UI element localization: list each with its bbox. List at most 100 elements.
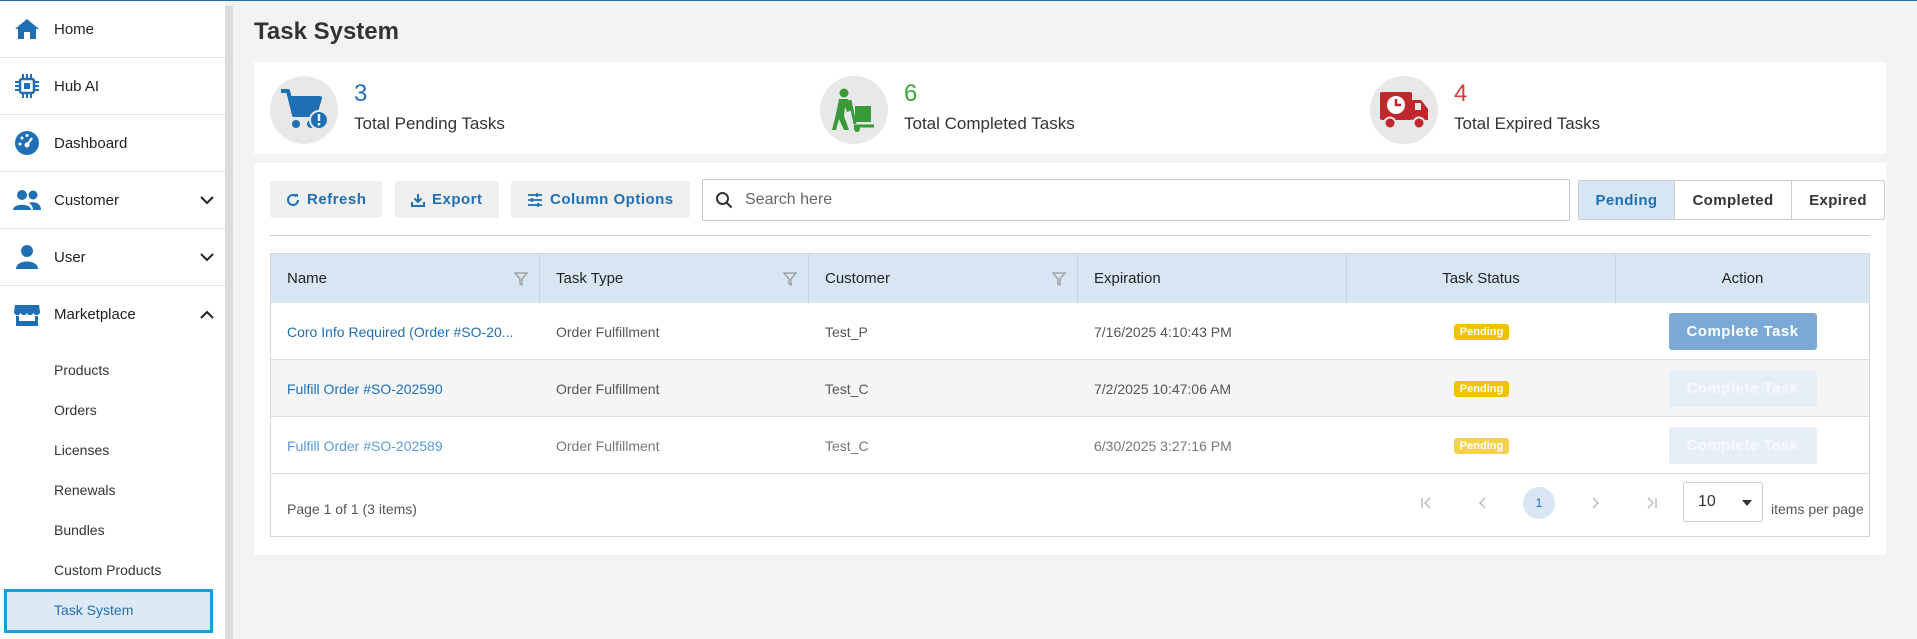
truck-clock-icon	[1370, 76, 1438, 144]
column-header-label: Expiration	[1094, 270, 1161, 287]
chevron-up-icon	[189, 310, 225, 319]
task-name-link[interactable]: Fulfill Order #SO-202589	[271, 417, 531, 474]
sidebar-item-customer[interactable]: Customer	[0, 172, 225, 229]
store-icon	[0, 303, 54, 327]
complete-task-button-disabled: Complete Task	[1668, 427, 1817, 464]
gauge-icon	[0, 130, 54, 156]
chevron-down-icon	[189, 195, 225, 205]
sidebar-item-label: Dashboard	[54, 134, 128, 152]
sidebar-item-user[interactable]: User	[0, 229, 225, 286]
action-cell: Complete Task	[1616, 417, 1869, 474]
sidebar-item-marketplace[interactable]: Marketplace	[0, 286, 225, 343]
filter-expired-tab[interactable]: Expired	[1792, 181, 1884, 219]
sidebar-subitem-licenses[interactable]: Licenses	[54, 440, 109, 460]
refresh-icon	[287, 193, 299, 206]
stat-completed: 6 Total Completed Tasks	[804, 70, 1284, 146]
sidebar: Home Hub AI Dashboard Customer User Mark…	[0, 1, 225, 639]
sidebar-item-label: Home	[54, 20, 95, 38]
sidebar-item-label: Customer	[54, 191, 120, 209]
chip-icon	[0, 73, 54, 99]
dolly-icon	[820, 76, 888, 144]
sliders-icon	[528, 192, 542, 207]
page-size-select[interactable]: 10	[1683, 482, 1763, 522]
stat-expired-value: 4	[1454, 80, 1468, 107]
user-icon	[0, 244, 54, 270]
task-name-link[interactable]: Coro Info Required (Order #SO-20...	[271, 303, 531, 360]
top-accent-line	[0, 0, 1917, 1]
table-row: Fulfill Order #SO-202589 Order Fulfillme…	[271, 417, 1869, 474]
column-header-label: Task Status	[1442, 270, 1520, 287]
dropdown-arrow-icon	[1742, 500, 1752, 506]
column-header-label: Task Type	[556, 270, 624, 287]
table-row: Fulfill Order #SO-202590 Order Fulfillme…	[271, 360, 1869, 417]
search-box	[702, 179, 1570, 221]
column-header-customer[interactable]: Customer	[809, 254, 1078, 303]
status-filter-group: Pending Completed Expired	[1578, 180, 1885, 220]
sidebar-item-label: Marketplace	[54, 306, 136, 323]
export-label: Export	[432, 191, 483, 208]
task-type-cell: Order Fulfillment	[556, 323, 660, 340]
refresh-button[interactable]: Refresh	[270, 181, 383, 218]
sidebar-item-hub-ai[interactable]: Hub AI	[0, 58, 225, 115]
column-header-label: Name	[287, 270, 328, 287]
pager-summary: Page 1 of 1 (3 items)	[287, 501, 417, 517]
table-row: Coro Info Required (Order #SO-20... Orde…	[271, 303, 1869, 360]
stat-pending-caption: Total Pending Tasks	[354, 114, 505, 133]
download-icon	[411, 193, 425, 207]
search-input[interactable]	[745, 191, 1569, 209]
task-name-link[interactable]: Fulfill Order #SO-202590	[271, 360, 531, 417]
refresh-label: Refresh	[307, 191, 367, 208]
sidebar-subitem-custom-products[interactable]: Custom Products	[54, 560, 161, 580]
column-header-name[interactable]: Name	[271, 254, 540, 303]
last-page-button[interactable]	[1635, 487, 1667, 519]
prev-page-button[interactable]	[1467, 487, 1499, 519]
export-button[interactable]: Export	[395, 181, 499, 218]
sidebar-item-label: User	[54, 248, 86, 266]
task-type-cell: Order Fulfillment	[556, 437, 660, 454]
status-badge: Pending	[1453, 437, 1510, 454]
column-options-button[interactable]: Column Options	[511, 181, 690, 218]
filter-completed-tab[interactable]: Completed	[1675, 181, 1792, 219]
users-icon	[0, 188, 54, 212]
stat-completed-value: 6	[904, 80, 918, 107]
sidebar-subitem-task-system[interactable]: Task System	[4, 589, 213, 633]
stat-completed-caption: Total Completed Tasks	[904, 114, 1075, 133]
filter-icon[interactable]	[772, 271, 808, 286]
status-badge: Pending	[1453, 380, 1510, 397]
stat-pending-value: 3	[354, 80, 368, 107]
next-page-button[interactable]	[1579, 487, 1611, 519]
task-panel: Refresh Export Column Options Pending Co…	[254, 163, 1886, 555]
stat-expired-caption: Total Expired Tasks	[1454, 114, 1601, 133]
filter-icon[interactable]	[1041, 271, 1077, 286]
search-icon	[703, 191, 745, 209]
customer-cell: Test_C	[825, 437, 869, 454]
sidebar-subitem-products[interactable]: Products	[54, 360, 109, 380]
column-header-expiration[interactable]: Expiration	[1078, 254, 1347, 303]
task-grid: Name Task Type Customer Expiration Task …	[270, 253, 1870, 537]
column-header-action: Action	[1616, 254, 1869, 303]
status-badge: Pending	[1453, 323, 1510, 340]
sidebar-subitem-renewals[interactable]: Renewals	[54, 480, 115, 500]
sidebar-scrollbar[interactable]	[225, 6, 233, 639]
status-cell: Pending	[1347, 417, 1616, 474]
sidebar-item-dashboard[interactable]: Dashboard	[0, 115, 225, 172]
cart-alert-icon	[270, 76, 338, 144]
filter-icon[interactable]	[503, 271, 539, 286]
sidebar-subitem-orders[interactable]: Orders	[54, 400, 97, 420]
customer-cell: Test_P	[825, 323, 868, 340]
column-header-label: Customer	[825, 270, 891, 287]
chevron-down-icon	[189, 252, 225, 262]
filter-pending-tab[interactable]: Pending	[1579, 181, 1675, 219]
page-number-button[interactable]: 1	[1523, 487, 1555, 519]
expiration-cell: 6/30/2025 3:27:16 PM	[1094, 437, 1232, 454]
complete-task-button[interactable]: Complete Task	[1668, 313, 1817, 350]
sidebar-item-home[interactable]: Home	[0, 1, 225, 58]
sidebar-subitem-bundles[interactable]: Bundles	[54, 520, 105, 540]
first-page-button[interactable]	[1411, 487, 1443, 519]
expiration-cell: 7/16/2025 4:10:43 PM	[1094, 323, 1232, 340]
column-header-task-type[interactable]: Task Type	[540, 254, 809, 303]
home-icon	[0, 17, 54, 41]
items-per-page-label: items per page	[1771, 501, 1864, 517]
column-header-task-status[interactable]: Task Status	[1347, 254, 1616, 303]
stats-bar: 3 Total Pending Tasks 6 Total Completed …	[254, 62, 1886, 154]
